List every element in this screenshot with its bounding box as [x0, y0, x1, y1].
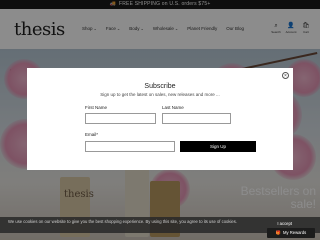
modal-subtitle: Sign up to get the latest on sales, new …: [100, 92, 220, 97]
gift-icon: 🎁: [275, 230, 281, 235]
cookie-text: We use cookies on our website to give yo…: [8, 219, 237, 224]
email-label: Email*: [85, 132, 99, 137]
last-name-label: Last Name: [162, 105, 184, 110]
first-name-label: First Name: [85, 105, 108, 110]
rewards-label: My Rewards: [282, 230, 307, 235]
last-name-field[interactable]: [162, 113, 231, 124]
cookie-accept-button[interactable]: I accept: [277, 221, 292, 227]
subscribe-modal: × Subscribe Sign up to get the latest on…: [27, 68, 293, 170]
sign-up-button[interactable]: Sign Up: [180, 141, 256, 152]
first-name-field[interactable]: [85, 113, 156, 124]
rewards-button[interactable]: 🎁 My Rewards: [267, 228, 315, 238]
modal-title: Subscribe: [144, 83, 176, 90]
email-field[interactable]: [85, 141, 175, 152]
close-icon[interactable]: ×: [282, 72, 289, 79]
